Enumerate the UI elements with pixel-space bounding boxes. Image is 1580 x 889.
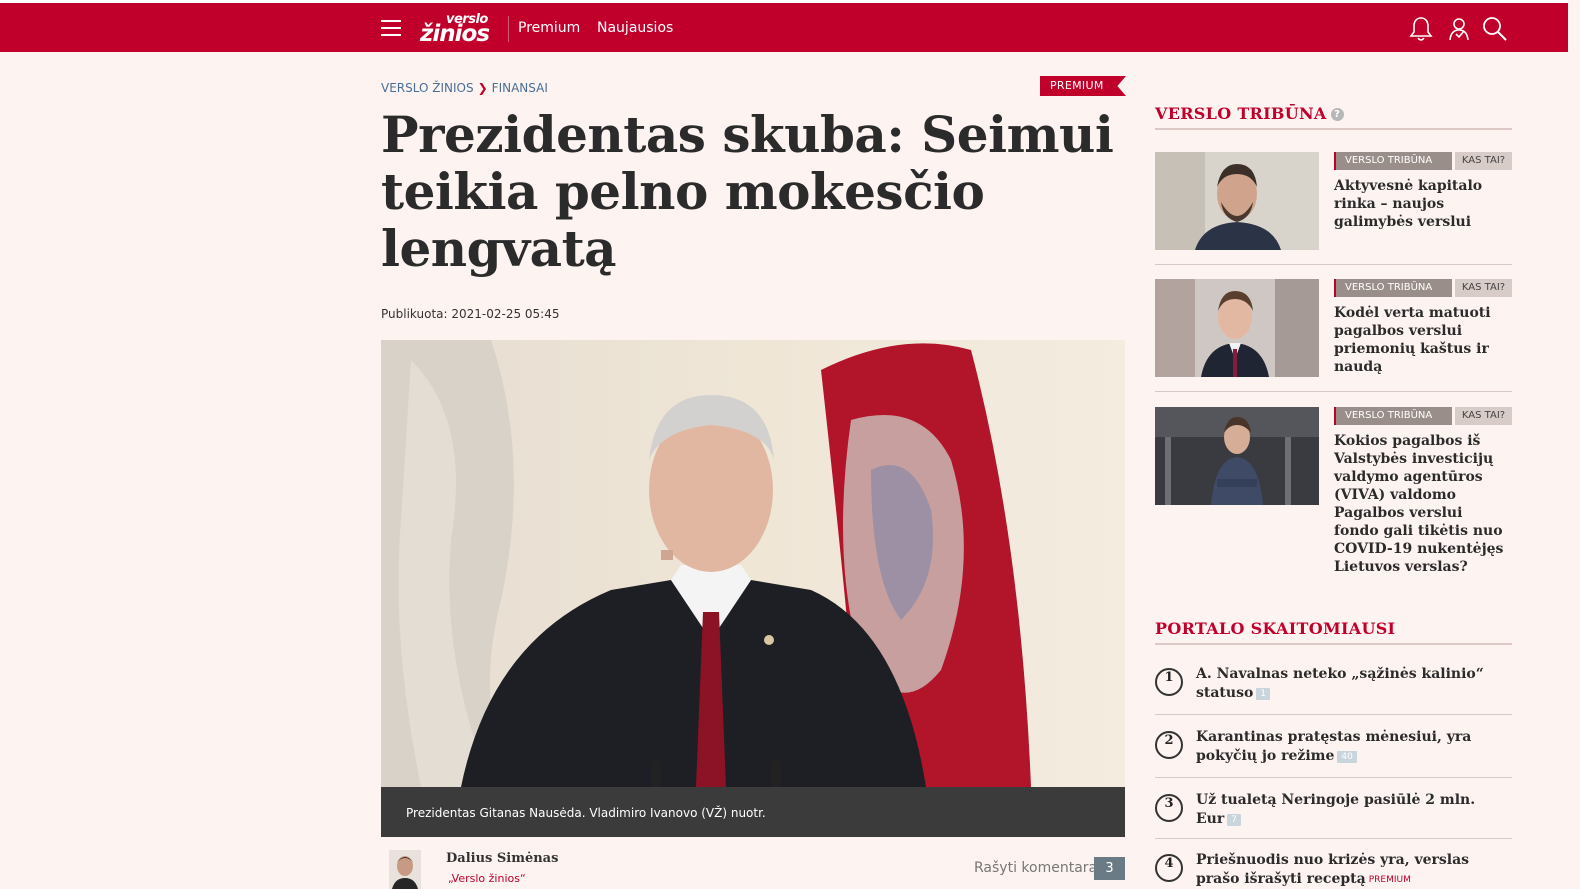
write-comment-link[interactable]: Rašyti komentarą — [974, 860, 1097, 876]
tribuna-separator — [1155, 391, 1512, 392]
popular-separator — [1155, 714, 1512, 715]
author-avatar[interactable] — [389, 850, 421, 889]
search-icon[interactable] — [1481, 15, 1509, 43]
popular-item-4[interactable]: Priešnuodis nuo krizės yra, verslas praš… — [1196, 851, 1506, 889]
nav-naujausios[interactable]: Naujausios — [597, 20, 673, 36]
tribuna-tag-2: VERSLO TRIBŪNA — [1334, 279, 1452, 297]
author-organization: „Verslo žinios“ — [448, 872, 526, 885]
popular-separator — [1155, 777, 1512, 778]
comment-count-badge[interactable]: 3 — [1094, 857, 1125, 880]
logo-bottom-text: žinios — [420, 21, 490, 47]
comment-count-1[interactable]: 1 — [1256, 688, 1271, 700]
article-title: Prezidentas skuba: Seimui teikia pelno m… — [381, 105, 1114, 278]
popular-item-1[interactable]: A. Navalnas neteko „sąžinės kalinio“ sta… — [1196, 665, 1506, 703]
menu-icon[interactable] — [381, 20, 401, 36]
tribuna-thumbnail-1[interactable] — [1155, 152, 1319, 250]
tribuna-heading: VERSLO TRIBŪNA? — [1155, 104, 1344, 123]
article-hero-image[interactable] — [381, 340, 1125, 787]
popular-rank-3: 3 — [1155, 794, 1183, 822]
tribuna-divider — [1155, 128, 1512, 130]
tribuna-title-3[interactable]: Kokios pagalbos iš Valstybės investicijų… — [1334, 432, 1509, 576]
help-icon[interactable]: ? — [1330, 108, 1344, 121]
comment-count-2[interactable]: 40 — [1337, 751, 1357, 763]
tribuna-tag-3: VERSLO TRIBŪNA — [1334, 407, 1452, 425]
popular-title-2: Karantinas pratęstas mėnesiui, yra pokyč… — [1196, 729, 1472, 764]
popular-title-4: Priešnuodis nuo krizės yra, verslas praš… — [1196, 852, 1470, 887]
chevron-right-icon: ❯ — [477, 81, 488, 95]
tribuna-thumbnail-3[interactable] — [1155, 407, 1319, 505]
bell-icon[interactable] — [1407, 15, 1435, 43]
what-is-it-link-3[interactable]: KAS TAI? — [1455, 407, 1512, 425]
premium-badge: PREMIUM — [1040, 76, 1126, 96]
tribuna-title-2[interactable]: Kodėl verta matuoti pagalbos verslui pri… — [1334, 304, 1509, 376]
popular-divider — [1155, 643, 1512, 645]
popular-item-3[interactable]: Už tualetą Neringoje pasiūlė 2 mln. Eur 7 — [1196, 791, 1506, 829]
popular-rank-1: 1 — [1155, 668, 1183, 696]
site-header: verslo žinios Premium Naujausios — [0, 3, 1568, 52]
popular-rank-2: 2 — [1155, 731, 1183, 759]
popular-rank-4: 4 — [1155, 854, 1183, 882]
popular-separator — [1155, 838, 1512, 839]
author-name[interactable]: Dalius Simėnas — [446, 851, 558, 866]
site-logo[interactable]: verslo žinios — [420, 12, 500, 47]
popular-item-2[interactable]: Karantinas pratęstas mėnesiui, yra pokyč… — [1196, 728, 1506, 766]
what-is-it-link-1[interactable]: KAS TAI? — [1455, 152, 1512, 170]
popular-title-1: A. Navalnas neteko „sąžinės kalinio“ sta… — [1196, 666, 1484, 701]
comment-count-3[interactable]: 7 — [1227, 814, 1241, 826]
user-icon[interactable] — [1445, 15, 1473, 43]
tribuna-title: VERSLO TRIBŪNA — [1155, 104, 1327, 123]
publish-date: Publikuota: 2021-02-25 05:45 — [381, 307, 560, 321]
breadcrumb-home[interactable]: VERSLO ŽINIOS — [381, 81, 474, 95]
tribuna-tag-1: VERSLO TRIBŪNA — [1334, 152, 1452, 170]
tribuna-separator — [1155, 264, 1512, 265]
popular-title: PORTALO SKAITOMIAUSI — [1155, 619, 1396, 638]
scrollbar[interactable] — [1568, 0, 1580, 889]
premium-label-4: PREMIUM — [1368, 875, 1411, 885]
breadcrumb-section[interactable]: FINANSAI — [492, 81, 548, 95]
tribuna-thumbnail-2[interactable] — [1155, 279, 1319, 377]
what-is-it-link-2[interactable]: KAS TAI? — [1455, 279, 1512, 297]
caption-text: Prezidentas Gitanas Nausėda. Vladimiro I… — [406, 806, 766, 820]
nav-divider — [508, 16, 509, 42]
nav-premium[interactable]: Premium — [518, 20, 580, 36]
tribuna-title-1[interactable]: Aktyvesnė kapitalo rinka – naujos galimy… — [1334, 177, 1509, 231]
image-caption: Prezidentas Gitanas Nausėda. Vladimiro I… — [381, 787, 1125, 837]
breadcrumb: VERSLO ŽINIOS ❯ FINANSAI — [381, 81, 548, 95]
